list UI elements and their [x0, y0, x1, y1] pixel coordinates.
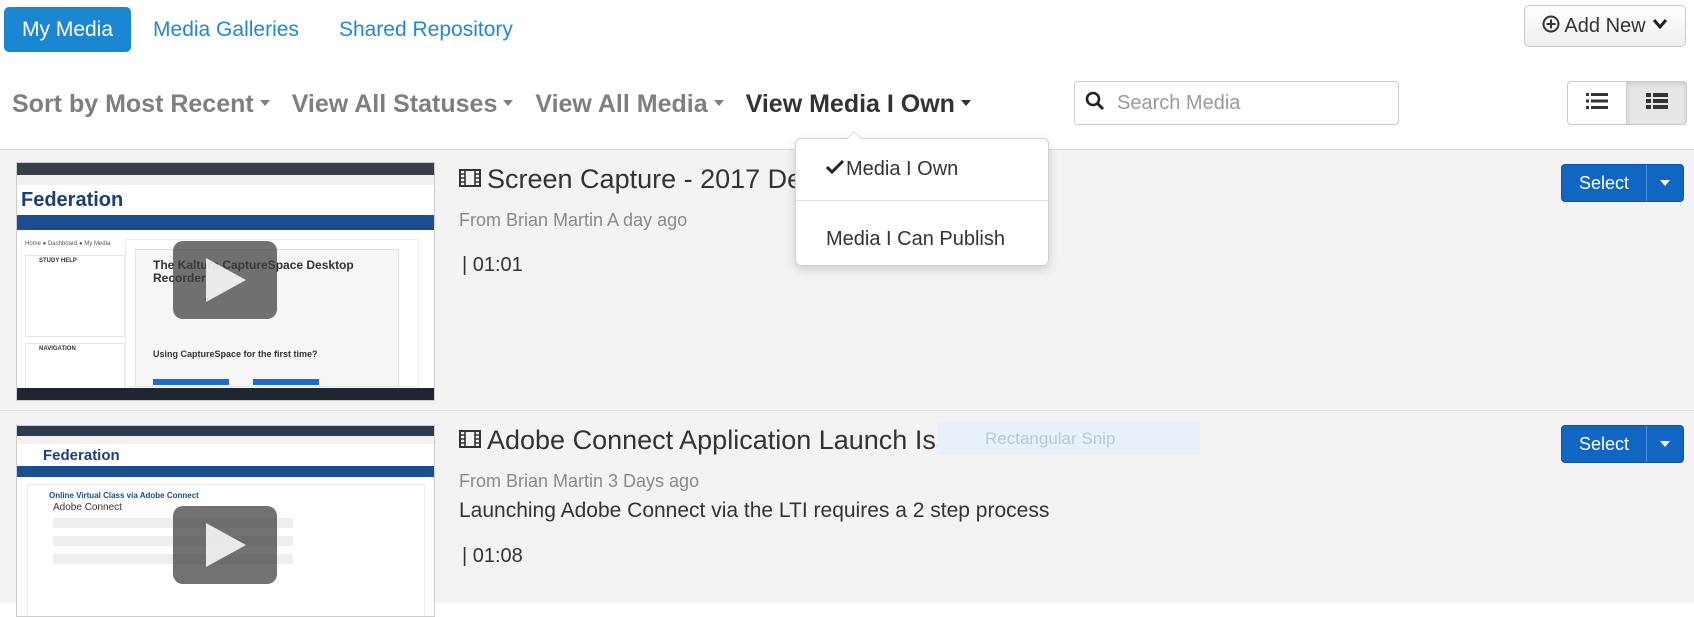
menu-item-label: Media I Own	[846, 157, 959, 180]
caret-icon	[960, 99, 971, 106]
play-button[interactable]	[173, 506, 277, 584]
select-label[interactable]: Select	[1562, 165, 1647, 201]
play-icon	[206, 523, 246, 567]
caret-icon	[503, 99, 514, 106]
select-dropdown-toggle[interactable]	[1647, 426, 1683, 462]
tab-media-galleries[interactable]: Media Galleries	[135, 7, 317, 52]
view-toggle	[1567, 81, 1687, 125]
tab-shared-repository[interactable]: Shared Repository	[321, 7, 531, 52]
entry-meta: From Brian Martin A day ago	[459, 210, 688, 230]
caret-icon	[1660, 180, 1670, 186]
add-new-label: Add New	[1564, 14, 1646, 37]
caret-icon	[1660, 441, 1670, 447]
play-icon	[206, 258, 246, 302]
menu-item-media-i-can-publish[interactable]: Media I Can Publish	[796, 217, 1048, 261]
entry-meta: From Brian Martin 3 Days ago	[459, 471, 700, 491]
thumbnail-subheading: Using CaptureSpace for the first time?	[153, 349, 318, 359]
sort-label: Sort by Most Recent	[12, 89, 254, 118]
thumbnail-brand: Federation	[43, 447, 120, 464]
select-button[interactable]: Select	[1561, 164, 1684, 202]
caret-icon	[259, 99, 270, 106]
media-tabs: My Media Media Galleries Shared Reposito…	[4, 7, 535, 52]
ownership-label: View Media I Own	[745, 89, 955, 118]
entry-duration: | 01:08	[462, 545, 523, 567]
search-input[interactable]	[1115, 90, 1389, 116]
add-new-button[interactable]: Add New	[1524, 5, 1686, 47]
status-label: View All Statuses	[291, 89, 498, 118]
detailed-list-icon	[1645, 92, 1668, 115]
checkmark-icon	[825, 158, 845, 181]
thumbnail-side-heading: STUDY HELP	[39, 258, 77, 264]
film-icon	[459, 425, 481, 456]
menu-item-label: Media I Can Publish	[826, 227, 1005, 250]
thumbnail-brand: Federation	[21, 189, 124, 211]
entry-title-text: Screen Capture - 2017 De	[487, 164, 803, 194]
select-dropdown-toggle[interactable]	[1647, 165, 1683, 201]
ownership-dropdown[interactable]: View Media I Own	[746, 90, 971, 119]
ownership-menu: Media I Own Media I Can Publish	[795, 131, 1049, 266]
media-thumbnail[interactable]: Federation Home ● Dashboard ● My Media S…	[16, 162, 435, 401]
chevron-down-icon	[1652, 17, 1668, 35]
plus-circle-icon	[1542, 15, 1560, 38]
media-type-label: View All Media	[535, 89, 708, 118]
sort-dropdown[interactable]: Sort by Most Recent	[12, 90, 270, 119]
select-button[interactable]: Select	[1561, 425, 1684, 463]
detailed-view-button[interactable]	[1627, 81, 1687, 125]
thumbnail-nav-heading: NAVIGATION	[39, 346, 76, 352]
entry-title-text: Adobe Connect Application Launch Issue	[487, 425, 980, 455]
search-box	[1074, 81, 1399, 125]
search-icon[interactable]	[1075, 91, 1115, 116]
entry-title[interactable]: Adobe Connect Application Launch Issue	[459, 425, 979, 456]
entry-description: Launching Adobe Connect via the LTI requ…	[459, 499, 1050, 522]
media-thumbnail[interactable]: Federation Online Virtual Class via Adob…	[16, 425, 435, 617]
select-label[interactable]: Select	[1562, 426, 1647, 462]
thumbnail-heading: Adobe Connect	[53, 502, 122, 513]
media-type-dropdown[interactable]: View All Media	[535, 89, 724, 119]
tab-my-media[interactable]: My Media	[4, 7, 132, 52]
film-icon	[459, 164, 481, 195]
play-button[interactable]	[173, 241, 277, 319]
status-dropdown[interactable]: View All Statuses	[292, 90, 514, 119]
snip-tooltip: Rectangular Snip	[937, 422, 1200, 455]
media-entry: Federation Online Virtual Class via Adob…	[0, 411, 1694, 617]
caret-icon	[713, 99, 724, 106]
filter-bar: Sort by Most Recent View All Statuses Vi…	[12, 82, 993, 126]
menu-item-media-i-own[interactable]: Media I Own	[796, 147, 1048, 191]
entry-duration: | 01:01	[462, 254, 523, 276]
list-view-button[interactable]	[1567, 81, 1627, 125]
list-icon	[1586, 92, 1608, 115]
menu-divider	[796, 200, 1048, 201]
entry-title[interactable]: Screen Capture - 2017 De	[459, 164, 802, 195]
